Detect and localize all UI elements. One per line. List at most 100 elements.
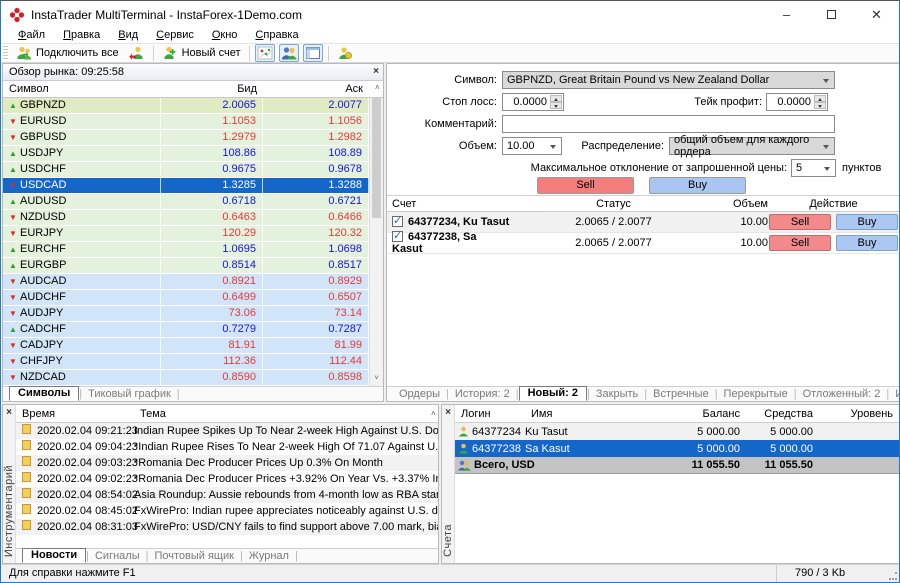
row-sell-button[interactable]: Sell	[769, 214, 831, 230]
comment-input[interactable]	[502, 115, 835, 133]
row-buy-button[interactable]: Buy	[836, 214, 898, 230]
spin-down-icon[interactable]	[550, 102, 562, 109]
spin-up-icon[interactable]	[814, 95, 826, 102]
toolbox-tab[interactable]: Журнал	[243, 550, 295, 562]
toolbox-tab[interactable]: Новости	[22, 548, 86, 563]
news-row[interactable]: 2020.02.04 09:02:23 *Romania Dec Produce…	[16, 471, 438, 487]
col-level[interactable]: Уровень	[819, 408, 899, 420]
close-button[interactable]: ✕	[854, 1, 899, 28]
market-row[interactable]: NZDUSD 0.6463 0.6466	[3, 210, 369, 226]
col-equity[interactable]: Средства	[746, 408, 819, 420]
account-row[interactable]: 64377238 Sa Kasut 5 000.00 5 000.00	[455, 440, 899, 457]
col-topic[interactable]: Тема	[134, 408, 425, 420]
account-row[interactable]: 64377234 Ku Tasut 5 000.00 5 000.00	[455, 423, 899, 440]
col-bid[interactable]: Бид	[161, 81, 263, 97]
stop-loss-input[interactable]: 0.0000	[502, 93, 564, 111]
deviation-select[interactable]: 5	[791, 159, 836, 177]
row-sell-button[interactable]: Sell	[769, 235, 831, 251]
distribution-select[interactable]: общий объем для каждого ордера	[669, 137, 835, 155]
news-row[interactable]: 2020.02.04 08:31:03 FxWirePro: USD/CNY f…	[16, 519, 438, 535]
col-ask[interactable]: Аск	[263, 81, 369, 97]
market-row[interactable]: CHFJPY 112.36 112.44	[3, 354, 369, 370]
news-row[interactable]: 2020.02.04 08:54:02 Asia Roundup: Aussie…	[16, 487, 438, 503]
accounts-view-toggle-button[interactable]	[279, 44, 299, 62]
menu-item[interactable]: Файл	[9, 29, 54, 42]
market-row[interactable]: CADJPY 81.91 81.99	[3, 338, 369, 354]
market-row[interactable]: EURCHF 1.0695 1.0698	[3, 242, 369, 258]
accounts-close-icon[interactable]: ×	[445, 407, 451, 419]
market-row[interactable]: CADCHF 0.7279 0.7287	[3, 322, 369, 338]
market-row[interactable]: AUDCHF 0.6499 0.6507	[3, 290, 369, 306]
market-row[interactable]: USDJPY 108.86 108.89	[3, 146, 369, 162]
market-row[interactable]: USDCAD 1.3285 1.3288	[3, 178, 369, 194]
market-scrollbar[interactable]: ˅	[369, 98, 383, 386]
col-symbol[interactable]: Символ	[3, 81, 161, 97]
news-row[interactable]: 2020.02.04 09:04:23 *Indian Rupee Rises …	[16, 439, 438, 455]
menu-item[interactable]: Сервис	[147, 29, 203, 42]
market-tab[interactable]: Символы	[9, 386, 79, 401]
market-row[interactable]: AUDCAD 0.8921 0.8929	[3, 274, 369, 290]
tick-chart-toggle-button[interactable]	[255, 44, 275, 62]
scrollbar-thumb[interactable]	[372, 98, 381, 218]
toolbox-close-icon[interactable]: ×	[6, 407, 12, 419]
col-balance[interactable]: Баланс	[653, 408, 746, 420]
market-row[interactable]: GBPUSD 1.2979 1.2982	[3, 130, 369, 146]
account-checkbox[interactable]	[392, 231, 403, 242]
volume-select[interactable]: 10.00	[502, 137, 562, 155]
market-row[interactable]: USDCHF 0.9675 0.9678	[3, 162, 369, 178]
new-account-button[interactable]: Новый счет	[157, 45, 246, 62]
col-status[interactable]: Статус	[510, 198, 717, 210]
buy-button[interactable]: Buy	[649, 177, 746, 194]
row-buy-button[interactable]: Buy	[836, 235, 898, 251]
market-row[interactable]: EURUSD 1.1053 1.1056	[3, 114, 369, 130]
market-tab[interactable]: Тиковый график	[82, 388, 177, 400]
col-login[interactable]: Логин	[455, 408, 525, 420]
spin-up-icon[interactable]	[550, 95, 562, 102]
market-row[interactable]: NZDCAD 0.8590 0.8598	[3, 370, 369, 386]
market-row[interactable]: EURJPY 120.29 120.32	[3, 226, 369, 242]
order-tab[interactable]: Встречные	[647, 388, 715, 400]
order-tab[interactable]: Закрыть	[590, 388, 644, 400]
order-tab[interactable]: Изменить	[889, 388, 900, 400]
account-checkbox[interactable]	[392, 216, 403, 227]
disconnect-all-button[interactable]	[124, 45, 150, 62]
spin-down-icon[interactable]	[814, 102, 826, 109]
col-name[interactable]: Имя	[525, 408, 653, 420]
market-row[interactable]: GBPNZD 2.0065 2.0077	[3, 98, 369, 114]
scroll-up-icon[interactable]: ˄	[369, 81, 383, 97]
order-tab[interactable]: Новый: 2	[519, 386, 587, 401]
news-row[interactable]: 2020.02.04 09:03:23 *Romania Dec Produce…	[16, 455, 438, 471]
menu-item[interactable]: Правка	[54, 29, 109, 42]
scroll-up-icon[interactable]: ˄	[425, 409, 438, 418]
market-row[interactable]: EURGBP 0.8514 0.8517	[3, 258, 369, 274]
take-profit-input[interactable]: 0.0000	[766, 93, 828, 111]
order-account-row[interactable]: 64377234, Ku Tasut 2.0065 / 2.0077 10.00…	[387, 212, 899, 233]
market-row[interactable]: AUDJPY 73.06 73.14	[3, 306, 369, 322]
layout-toggle-button[interactable]	[303, 44, 323, 62]
toolbar-grip[interactable]	[3, 46, 8, 60]
col-account[interactable]: Счет	[387, 198, 510, 210]
menu-item[interactable]: Окно	[203, 29, 247, 42]
col-time[interactable]: Время	[16, 408, 134, 420]
menu-item[interactable]: Вид	[109, 29, 147, 42]
order-tab[interactable]: Ордеры	[393, 388, 446, 400]
order-tab[interactable]: История: 2	[449, 388, 516, 400]
account-settings-button[interactable]	[332, 45, 358, 62]
sell-button[interactable]: Sell	[537, 177, 634, 194]
news-row[interactable]: 2020.02.04 09:21:23 Indian Rupee Spikes …	[16, 423, 438, 439]
toolbox-tab[interactable]: Почтовый ящик	[148, 550, 239, 562]
market-watch-close-icon[interactable]: ×	[373, 67, 379, 77]
connect-all-button[interactable]: Подключить все	[11, 45, 124, 62]
order-account-row[interactable]: 64377238, Sa Kasut 2.0065 / 2.0077 10.00…	[387, 233, 899, 254]
scroll-down-icon[interactable]: ˅	[370, 372, 383, 386]
menu-item[interactable]: Справка	[246, 29, 307, 42]
minimize-button[interactable]: –	[764, 1, 809, 28]
toolbox-tab[interactable]: Сигналы	[89, 550, 146, 562]
resize-grip[interactable]	[889, 572, 897, 580]
symbol-select[interactable]: GBPNZD, Great Britain Pound vs New Zeala…	[502, 71, 835, 89]
order-tab[interactable]: Отложенный: 2	[797, 388, 887, 400]
maximize-button[interactable]	[809, 1, 854, 28]
order-tab[interactable]: Перекрытые	[718, 388, 794, 400]
col-action[interactable]: Действие	[768, 198, 899, 210]
col-volume[interactable]: Объем	[717, 198, 768, 210]
